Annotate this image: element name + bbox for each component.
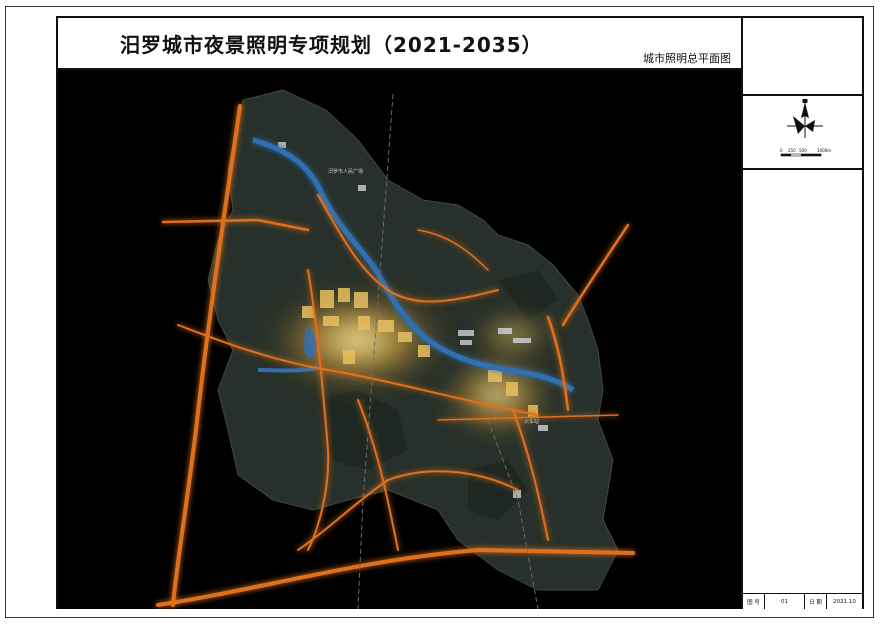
scale-bar: 0 250 500 1000m [780,148,831,157]
title-block-notes-cell [743,170,862,593]
place-label: 火车站 [524,418,539,425]
page-title: 汨罗城市夜景照明专项规划（2021-2035） [120,33,543,57]
title-block-panel: 0 250 500 1000m 图 号 01 日 期 2021.10 [741,18,862,609]
drawing-no-label: 图 号 [743,594,765,609]
scale-label: 0 [780,148,783,153]
map-canvas: 汨罗市人民广场 火车站 [156,89,635,609]
scale-label: 250 [788,148,796,153]
scale-label: 500 [799,148,807,153]
date-value: 2021.10 [833,598,856,605]
compass-cell: 0 250 500 1000m [743,96,862,170]
river-east-district-glow [468,310,558,360]
north-arrow-icon [787,99,823,138]
title-block-blank-cell [743,18,862,96]
date-label: 日 期 [805,594,827,609]
lighting-master-plan-map[interactable]: 汨罗市人民广场 火车站 [58,70,741,609]
north-arrow-and-scale: 0 250 500 1000m [780,99,831,157]
place-label: 汨罗市人民广场 [328,168,363,175]
drawing-no-value: 01 [765,594,805,609]
drawing-frame: 汨罗城市夜景照明专项规划（2021-2035） 城市照明总平面图 汨罗市人民广场… [56,16,864,609]
title-band: 汨罗城市夜景照明专项规划（2021-2035） 城市照明总平面图 [58,18,741,70]
title-block-info-row: 图 号 01 日 期 2021.10 [743,593,862,609]
map-subtitle: 城市照明总平面图 [643,52,731,65]
scale-label: 1000m [817,148,831,153]
